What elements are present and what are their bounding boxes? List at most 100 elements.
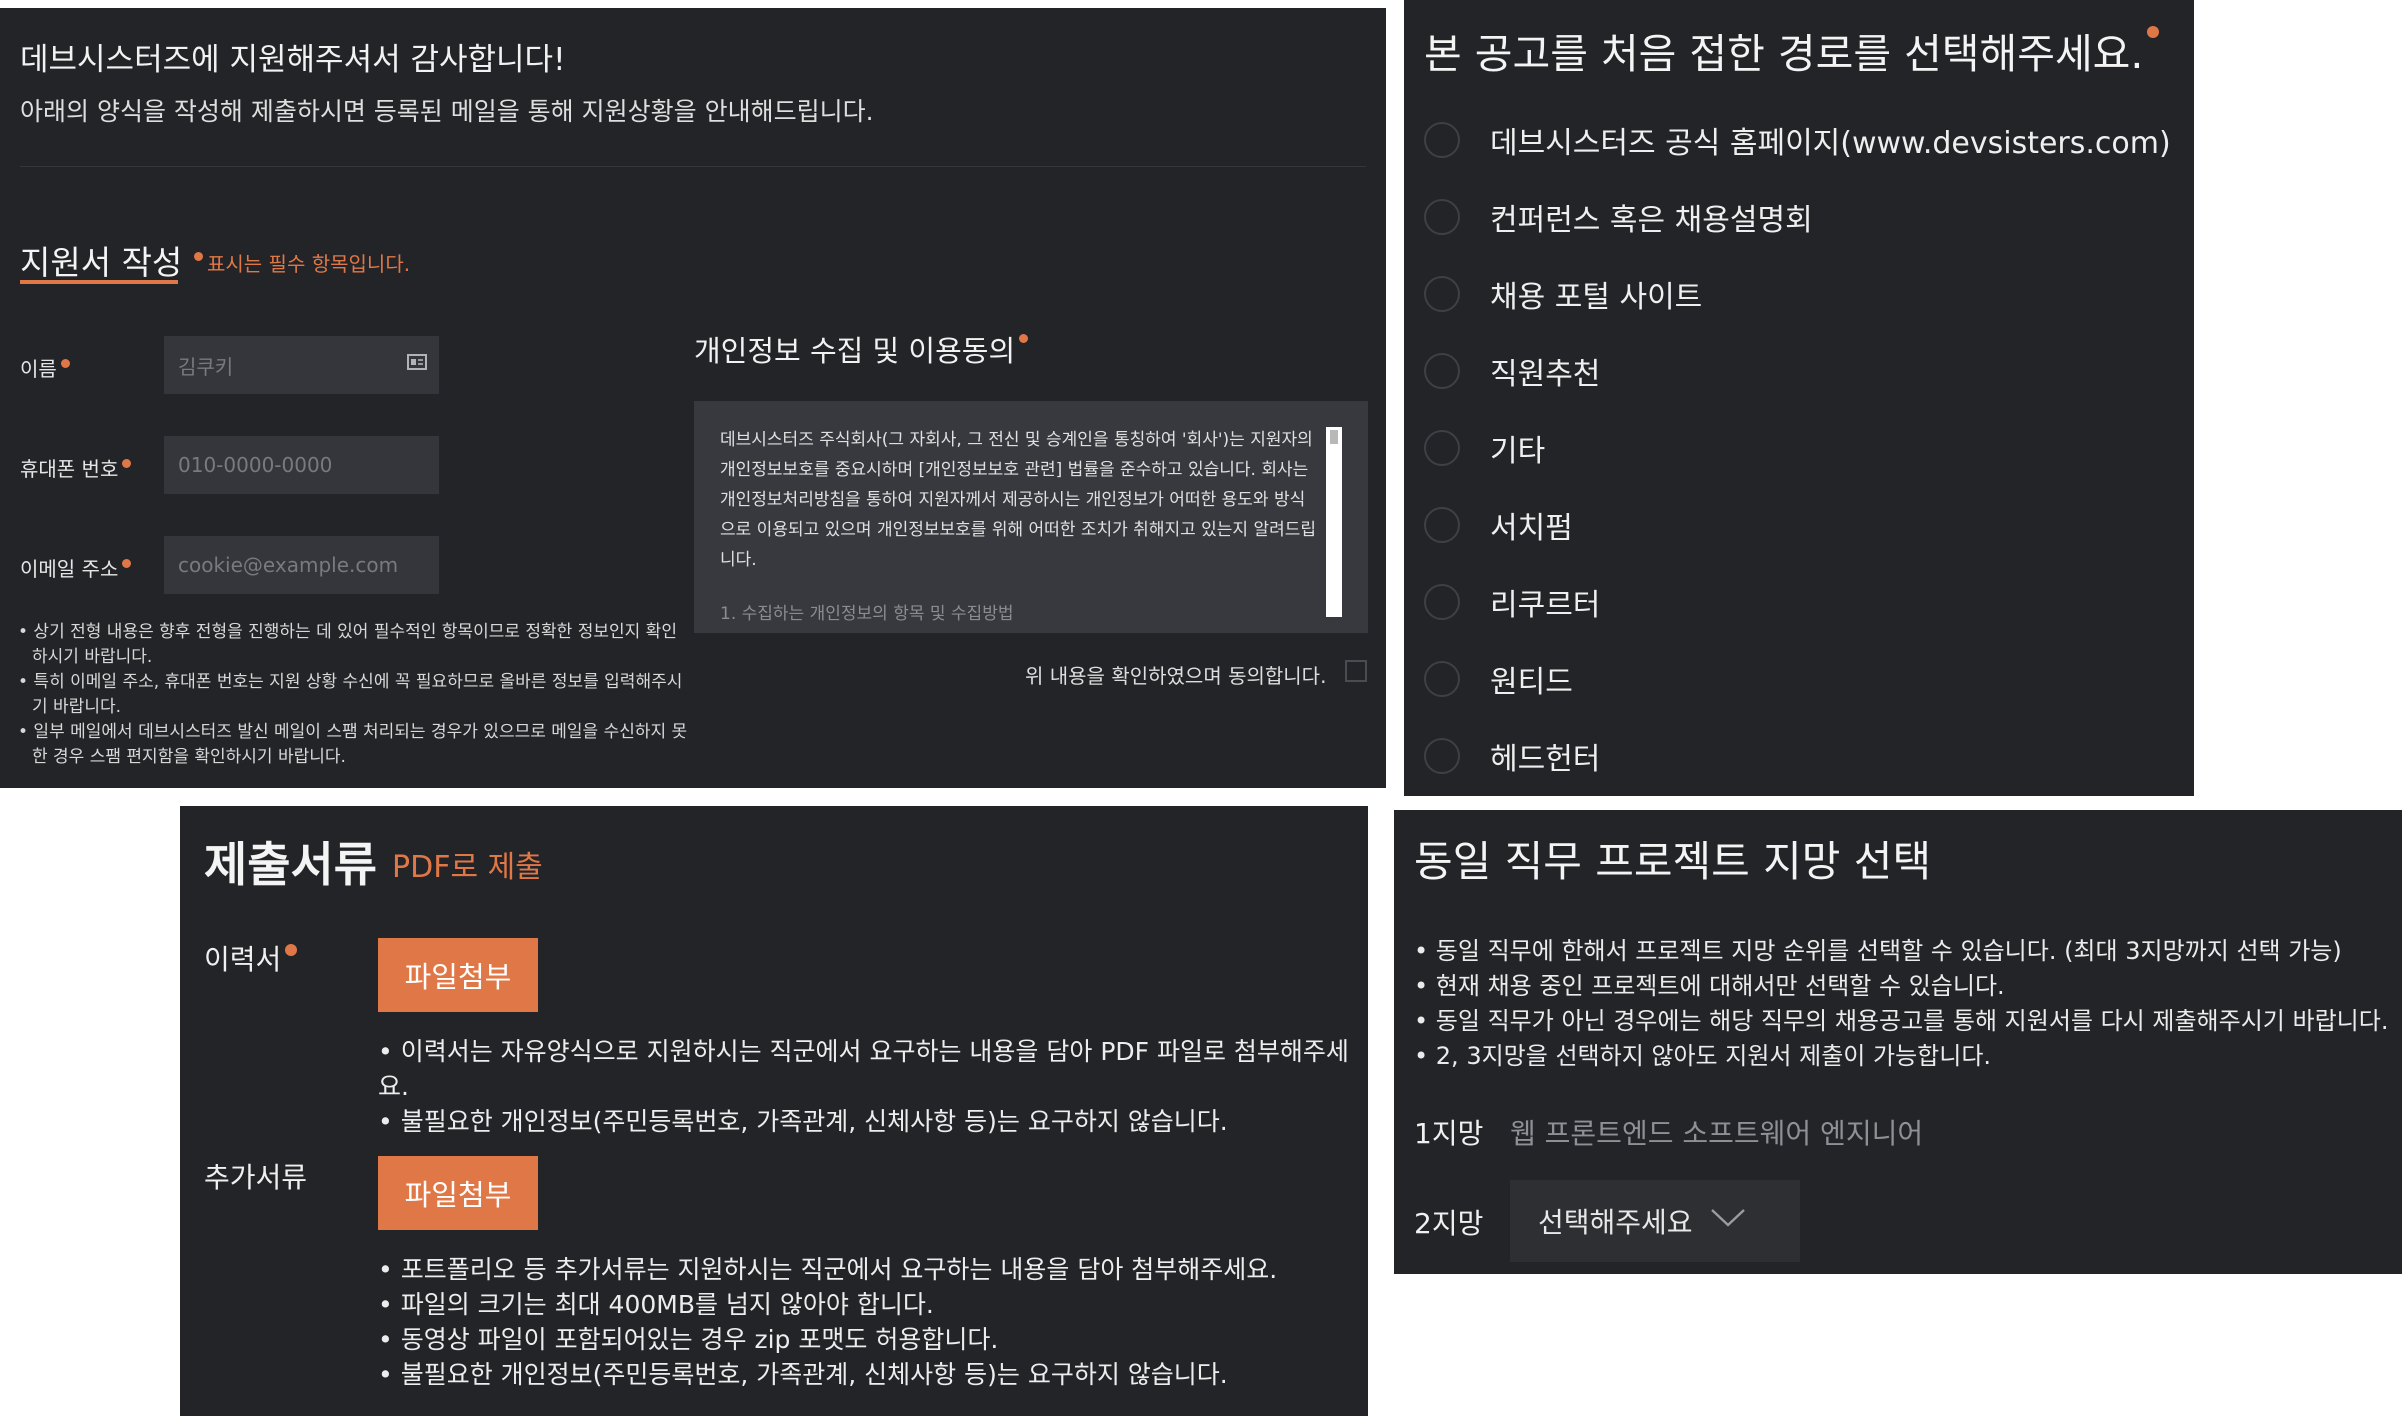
source-option-label: 서치펌 (1490, 511, 1573, 546)
source-option-label: 컨퍼런스 혹은 채용설명회 (1490, 203, 1813, 238)
form-title: 지원서 작성 (20, 243, 183, 282)
source-option[interactable]: 데브시스터즈 공식 홈페이지(www.devsisters.com) (1424, 120, 2171, 161)
source-option[interactable]: 기타 (1424, 428, 1546, 469)
divider (20, 166, 1366, 167)
source-option-label: 기타 (1490, 434, 1546, 469)
form-title-underline (20, 280, 178, 284)
resume-attach-button[interactable]: 파일첨부 (378, 938, 538, 1012)
extra-docs-notes: • 포트폴리오 등 추가서류는 지원하시는 직군에서 요구하는 내용을 담아 첨… (378, 1252, 1277, 1392)
second-choice-label: 2지망 (1414, 1207, 1484, 1240)
email-input[interactable]: cookie@example.com (164, 536, 439, 594)
source-option[interactable]: 원티드 (1424, 659, 1573, 700)
privacy-title-text: 개인정보 수집 및 이용동의 (694, 334, 1016, 368)
form-note: • 특히 이메일 주소, 휴대폰 번호는 지원 상황 수신에 꼭 필요하므로 올… (18, 672, 683, 717)
source-question-title: 본 공고를 처음 접한 경로를 선택해주세요. (1424, 20, 2160, 80)
name-label-text: 이름 (20, 357, 57, 381)
name-placeholder: 김쿠키 (178, 354, 234, 379)
extra-docs-attach-button[interactable]: 파일첨부 (378, 1156, 538, 1230)
extra-note: • 불필요한 개인정보(주민등록번호, 가족관계, 신체사항 등)는 요구하지 … (378, 1360, 1228, 1389)
project-note: • 동일 직무에 한해서 프로젝트 지망 순위를 선택할 수 있습니다. (최대… (1414, 937, 2342, 965)
privacy-terms-hidden-line: 1. 수집하는 개인정보의 항목 및 수집방법 (720, 604, 1014, 624)
resume-label: 이력서 (204, 938, 298, 978)
project-note: • 동일 직무가 아닌 경우에는 해당 직무의 채용공고를 통해 지원서를 다시… (1414, 1007, 2389, 1035)
privacy-title: 개인정보 수집 및 이용동의 (694, 328, 1029, 370)
second-choice-placeholder: 선택해주세요 (1538, 1206, 1693, 1239)
required-dot-icon (194, 252, 203, 261)
documents-title: 제출서류 (204, 838, 377, 893)
agree-checkbox[interactable] (1345, 660, 1367, 682)
radio-button[interactable] (1424, 353, 1460, 389)
email-label-text: 이메일 주소 (20, 557, 119, 581)
radio-button[interactable] (1424, 430, 1460, 466)
privacy-scrollbar[interactable] (1326, 427, 1342, 617)
phone-placeholder: 010-0000-0000 (178, 453, 333, 477)
phone-label-text: 휴대폰 번호 (20, 457, 119, 481)
project-note: • 2, 3지망을 선택하지 않아도 지원서 제출이 가능합니다. (1414, 1042, 1992, 1070)
form-note: • 일부 메일에서 데브시스터즈 발신 메일이 스팸 처리되는 경우가 있으므로… (18, 722, 688, 767)
extra-note: • 동영상 파일이 포함되어있는 경우 zip 포맷도 허용합니다. (378, 1325, 999, 1354)
second-choice-select[interactable]: 선택해주세요 (1510, 1180, 1800, 1262)
resume-label-text: 이력서 (204, 943, 282, 976)
radio-button[interactable] (1424, 199, 1460, 235)
source-option[interactable]: 컨퍼런스 혹은 채용설명회 (1424, 197, 1813, 238)
source-question-panel: 본 공고를 처음 접한 경로를 선택해주세요. 데브시스터즈 공식 홈페이지(w… (1404, 0, 2194, 796)
id-card-icon (407, 354, 427, 370)
documents-subtitle: PDF로 제출 (392, 850, 543, 885)
form-notes: • 상기 전형 내용은 향후 전형을 진행하는 데 있어 필수적인 항목이므로 … (18, 620, 688, 770)
source-option-label: 원티드 (1490, 665, 1573, 700)
chevron-down-icon (1711, 1209, 1745, 1227)
source-option[interactable]: 직원추천 (1424, 351, 1601, 392)
first-choice-value: 웹 프론트엔드 소프트웨어 엔지니어 (1510, 1117, 1924, 1150)
agree-label: 위 내용을 확인하였으며 동의합니다. (1025, 664, 1327, 688)
required-dot-icon (285, 944, 298, 956)
form-note: • 상기 전형 내용은 향후 전형을 진행하는 데 있어 필수적인 항목이므로 … (18, 622, 677, 667)
project-preference-panel: 동일 직무 프로젝트 지망 선택 • 동일 직무에 한해서 프로젝트 지망 순위… (1394, 810, 2402, 1274)
required-note-text: 표시는 필수 항목입니다. (207, 252, 411, 276)
required-dot-icon (122, 459, 132, 468)
resume-notes: • 이력서는 자유양식으로 지원하시는 직군에서 요구하는 내용을 담아 PDF… (378, 1034, 1368, 1139)
first-choice-label: 1지망 (1414, 1117, 1484, 1150)
application-form-panel: 데브시스터즈에 지원해주셔서 감사합니다! 아래의 양식을 작성해 제출하시면 … (0, 8, 1386, 788)
radio-button[interactable] (1424, 661, 1460, 697)
project-preference-title: 동일 직무 프로젝트 지망 선택 (1414, 837, 1932, 886)
privacy-terms-box[interactable]: 데브시스터즈 주식회사(그 자회사, 그 전신 및 승계인을 통칭하여 '회사'… (694, 401, 1368, 633)
source-option-label: 헤드헌터 (1490, 742, 1601, 777)
source-option[interactable]: 리쿠르터 (1424, 582, 1601, 623)
required-dot-icon (2147, 26, 2160, 38)
name-label: 이름 (20, 353, 70, 382)
documents-panel: 제출서류 PDF로 제출 이력서 파일첨부 • 이력서는 자유양식으로 지원하시… (180, 806, 1368, 1416)
extra-note: • 파일의 크기는 최대 400MB를 넘지 않아야 합니다. (378, 1290, 934, 1319)
resume-note: • 불필요한 개인정보(주민등록번호, 가족관계, 신체사항 등)는 요구하지 … (378, 1107, 1228, 1136)
privacy-terms-text: 데브시스터즈 주식회사(그 자회사, 그 전신 및 승계인을 통칭하여 '회사'… (720, 430, 1317, 570)
source-option-label: 채용 포털 사이트 (1490, 280, 1703, 315)
scrollbar-thumb[interactable] (1330, 430, 1338, 444)
project-preference-notes: • 동일 직무에 한해서 프로젝트 지망 순위를 선택할 수 있습니다. (최대… (1414, 934, 2388, 1074)
greeting-subtitle: 아래의 양식을 작성해 제출하시면 등록된 메일을 통해 지원상황을 안내해드립… (20, 97, 874, 126)
required-dot-icon (122, 559, 132, 568)
project-note: • 현재 채용 중인 프로젝트에 대해서만 선택할 수 있습니다. (1414, 972, 2005, 1000)
source-option-label: 데브시스터즈 공식 홈페이지(www.devsisters.com) (1490, 126, 2171, 161)
resume-note: • 이력서는 자유양식으로 지원하시는 직군에서 요구하는 내용을 담아 PDF… (378, 1037, 1349, 1101)
source-question-text: 본 공고를 처음 접한 경로를 선택해주세요. (1424, 30, 2144, 78)
source-option[interactable]: 채용 포털 사이트 (1424, 274, 1703, 315)
phone-label: 휴대폰 번호 (20, 453, 132, 482)
source-option-label: 직원추천 (1490, 357, 1601, 392)
radio-button[interactable] (1424, 507, 1460, 543)
email-label: 이메일 주소 (20, 553, 132, 582)
phone-input[interactable]: 010-0000-0000 (164, 436, 439, 494)
source-option[interactable]: 서치펌 (1424, 505, 1573, 546)
extra-note: • 포트폴리오 등 추가서류는 지원하시는 직군에서 요구하는 내용을 담아 첨… (378, 1255, 1278, 1284)
required-dot-icon (1019, 334, 1029, 343)
required-dot-icon (60, 359, 70, 368)
radio-button[interactable] (1424, 738, 1460, 774)
radio-button[interactable] (1424, 276, 1460, 312)
extra-docs-label: 추가서류 (204, 1161, 308, 1194)
name-input[interactable]: 김쿠키 (164, 336, 439, 394)
radio-button[interactable] (1424, 584, 1460, 620)
greeting-title: 데브시스터즈에 지원해주셔서 감사합니다! (20, 42, 566, 78)
required-note: 표시는 필수 항목입니다. (194, 248, 410, 277)
radio-button[interactable] (1424, 122, 1460, 158)
source-option[interactable]: 헤드헌터 (1424, 736, 1601, 777)
source-option-label: 리쿠르터 (1490, 588, 1601, 623)
email-placeholder: cookie@example.com (178, 553, 399, 577)
